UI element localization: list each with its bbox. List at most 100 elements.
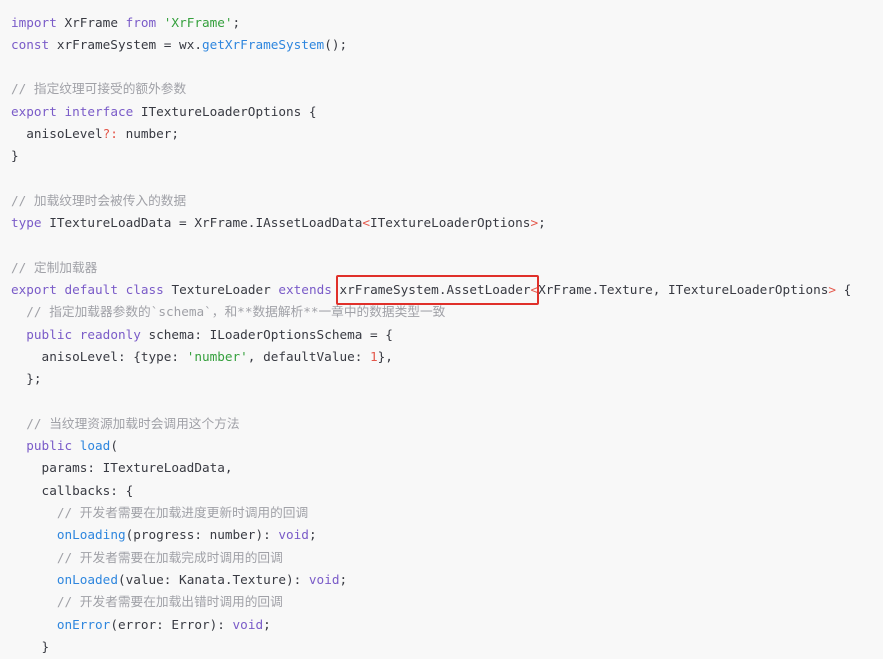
code-token: ; — [308, 527, 317, 543]
code-line: // 当纹理资源加载时会调用这个方法 — [11, 413, 883, 435]
code-token: void — [232, 616, 264, 632]
code-line: callbacks: { — [11, 480, 883, 502]
code-token: schema: ILoaderOptionsSchema = { — [140, 326, 393, 342]
code-line: type ITextureLoadData = XrFrame.IAssetLo… — [11, 212, 883, 234]
code-token: void — [308, 571, 340, 587]
code-token: 'XrFrame' — [163, 14, 233, 30]
code-token: export — [11, 103, 57, 119]
code-token: TextureLoader — [163, 282, 279, 298]
code-token: readonly — [79, 326, 141, 342]
code-token: // 指定加载器参数的`schema`，和**数据解析**一章中的数据类型一致 — [26, 304, 446, 320]
code-line: }; — [11, 368, 883, 390]
code-token: import — [11, 14, 57, 30]
code-token: anisoLevel — [11, 125, 103, 141]
code-token: > — [530, 215, 539, 231]
code-line: // 加载纹理时会被传入的数据 — [11, 190, 883, 212]
code-token: anisoLevel: {type: — [11, 348, 187, 364]
code-token: // 定制加载器 — [11, 259, 98, 275]
code-token: // 当纹理资源加载时会调用这个方法 — [26, 415, 240, 431]
code-line: // 指定纹理可接受的额外参数 — [11, 78, 883, 100]
code-token: // 开发者需要在加载进度更新时调用的回调 — [56, 505, 309, 521]
code-token: callbacks: { — [11, 482, 134, 498]
code-line: const xrFrameSystem = wx.getXrFrameSyste… — [11, 34, 883, 56]
code-line: public load( — [11, 435, 883, 457]
code-token: ITextureLoaderOptions — [370, 215, 531, 231]
code-token: onLoaded — [56, 571, 118, 587]
code-token: ; — [263, 616, 271, 632]
code-token: ; — [232, 14, 241, 30]
code-token: load — [79, 438, 111, 454]
code-token: // 开发者需要在加载完成时调用的回调 — [56, 549, 283, 565]
code-line: export default class TextureLoader exten… — [11, 275, 883, 306]
code-token: xrFrameSystem = wx. — [49, 36, 202, 52]
code-token: XrFrame.Texture, ITextureLoaderOptions — [538, 282, 829, 298]
code-token: ( — [110, 438, 118, 454]
code-token: from — [125, 14, 157, 30]
code-token: // 开发者需要在加载出错时调用的回调 — [56, 594, 283, 610]
code-token: XrFrame — [56, 14, 126, 30]
code-token: (); — [324, 36, 348, 52]
code-token: 'number' — [186, 348, 248, 364]
code-line: } — [11, 145, 883, 167]
code-token: } — [11, 148, 19, 164]
code-token: > — [828, 282, 837, 298]
code-line: // 定制加载器 — [11, 257, 883, 279]
code-token: < — [530, 282, 539, 298]
code-token: interface — [64, 103, 134, 119]
code-line: params: ITextureLoadData, — [11, 457, 883, 479]
code-line: onError(error: Error): void; — [11, 614, 883, 636]
code-token: onError — [56, 616, 111, 632]
code-line: anisoLevel?: number; — [11, 123, 883, 145]
code-token: void — [278, 527, 309, 543]
code-token: ITextureLoaderOptions { — [133, 103, 317, 119]
code-line: onLoaded(value: Kanata.Texture): void; — [11, 569, 883, 591]
code-token: (error: Error): — [110, 616, 233, 632]
code-line: public readonly schema: ILoaderOptionsSc… — [11, 324, 883, 346]
code-line: onLoading(progress: number): void; — [11, 524, 883, 546]
code-line: // 开发者需要在加载完成时调用的回调 — [11, 547, 883, 569]
code-token: { — [836, 282, 852, 298]
code-token: default — [64, 282, 118, 298]
code-token: ?: — [102, 125, 118, 141]
code-line: anisoLevel: {type: 'number', defaultValu… — [11, 346, 883, 368]
code-token: (value: Kanata.Texture): — [117, 571, 309, 587]
red-highlight-box: xrFrameSystem.AssetLoader — [335, 275, 540, 306]
code-token: class — [125, 282, 164, 298]
code-token: onLoading — [56, 527, 126, 543]
highlighted-code-token: xrFrameSystem.AssetLoader — [339, 282, 531, 298]
code-token: }, — [377, 348, 393, 364]
code-token: getXrFrameSystem — [201, 36, 325, 52]
code-token: export — [11, 282, 57, 298]
code-token: // 指定纹理可接受的额外参数 — [11, 81, 187, 97]
code-line: } — [11, 636, 883, 658]
code-token: public — [26, 438, 73, 454]
code-token: const — [11, 36, 50, 52]
code-panel: import XrFrame from 'XrFrame'; const xrFr… — [0, 0, 883, 659]
code-token: ; — [538, 215, 546, 231]
code-token: < — [362, 215, 371, 231]
code-token: public — [26, 326, 73, 342]
code-line: import XrFrame from 'XrFrame'; — [11, 12, 883, 34]
code-token: }; — [11, 371, 42, 387]
code-token: type — [11, 215, 42, 231]
code-line: // 指定加载器参数的`schema`，和**数据解析**一章中的数据类型一致 — [11, 301, 883, 323]
code-token: 1 — [370, 348, 378, 364]
code-line: // 开发者需要在加载出错时调用的回调 — [11, 591, 883, 613]
code-token: (progress: number): — [125, 527, 279, 543]
